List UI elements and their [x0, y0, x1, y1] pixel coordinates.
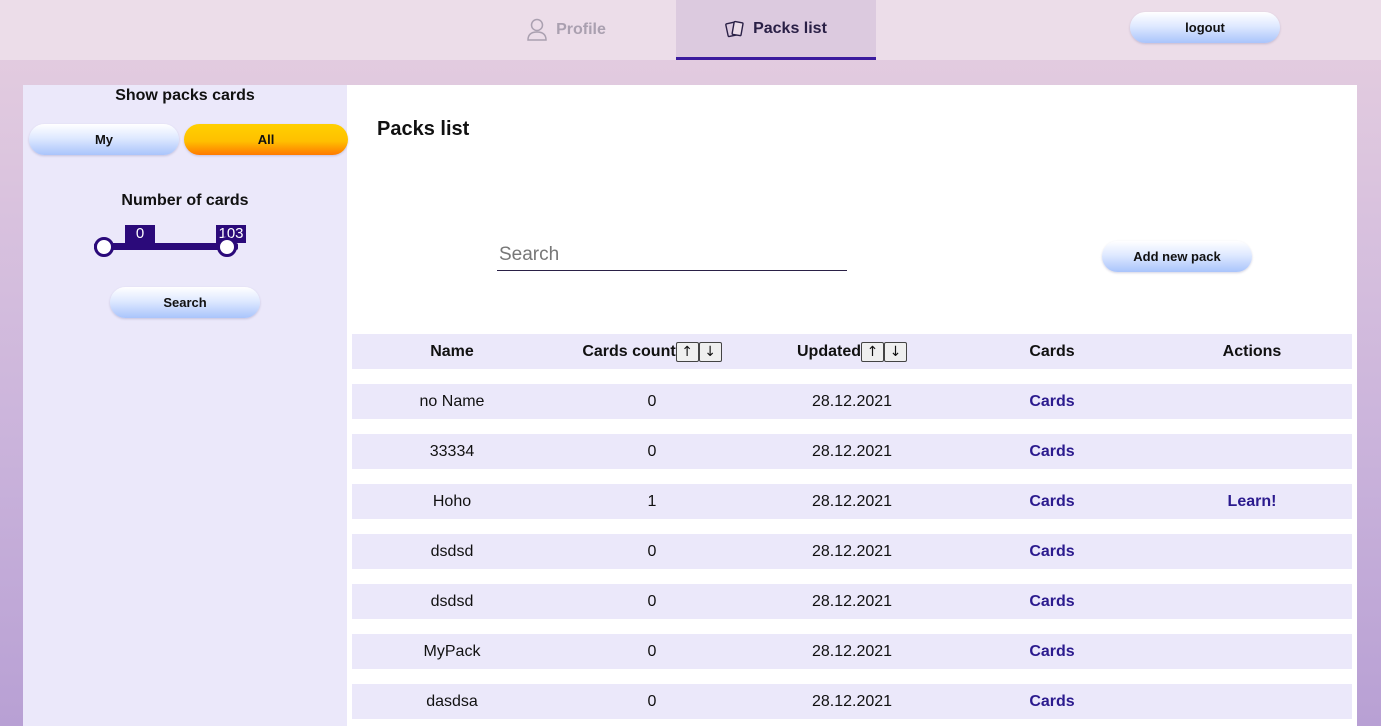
header-cards: Cards	[1029, 342, 1075, 360]
sort-count-asc-button[interactable]: ↑	[675, 341, 699, 362]
logout-button[interactable]: logout	[1130, 12, 1280, 43]
table-row: Hoho 1 28.12.2021 Cards Learn!	[352, 484, 1352, 519]
my-packs-button[interactable]: My	[29, 124, 179, 155]
range-min-value: 0	[125, 225, 155, 243]
pack-cards-count: 0	[647, 642, 657, 660]
pack-cards-count: 0	[647, 392, 657, 410]
pack-name: dasdsa	[426, 692, 478, 710]
pack-cards-count: 0	[647, 692, 657, 710]
tab-packs-label: Packs list	[753, 19, 827, 37]
pack-updated: 28.12.2021	[811, 592, 893, 610]
pack-updated: 28.12.2021	[811, 392, 893, 410]
pack-name: Hoho	[432, 492, 472, 510]
table-row: dsdsd 0 28.12.2021 Cards	[352, 534, 1352, 569]
pack-name: 33334	[429, 442, 475, 460]
pack-updated: 28.12.2021	[811, 642, 893, 660]
content-panel: Show packs cards My All Number of cards …	[23, 85, 1357, 726]
learn-link[interactable]: Learn!	[1152, 493, 1352, 511]
cards-link[interactable]: Cards	[952, 643, 1152, 661]
pack-updated: 28.12.2021	[811, 492, 893, 510]
user-icon	[526, 18, 548, 42]
sort-updated-asc-button[interactable]: ↑	[861, 341, 884, 362]
header-updated-label: Updated	[797, 342, 861, 360]
tab-packs-list[interactable]: Packs list	[676, 0, 876, 60]
search-input[interactable]	[497, 240, 847, 271]
header-actions: Actions	[1222, 342, 1282, 360]
cards-link[interactable]: Cards	[952, 393, 1152, 411]
table-row: 33334 0 28.12.2021 Cards	[352, 434, 1352, 469]
pack-updated: 28.12.2021	[811, 542, 893, 560]
sidebar-search-button[interactable]: Search	[110, 287, 260, 318]
top-nav-bar: Profile Packs list logout	[0, 0, 1381, 60]
tab-profile-label: Profile	[556, 21, 606, 38]
pack-cards-count: 0	[647, 442, 657, 460]
cards-link[interactable]: Cards	[952, 693, 1152, 711]
pack-name: no Name	[419, 392, 485, 410]
pack-cards-count: 0	[647, 542, 657, 560]
sort-updated-desc-button[interactable]: ↓	[884, 341, 907, 362]
pack-name: dsdsd	[430, 592, 474, 610]
pack-name: dsdsd	[430, 542, 474, 560]
slider-min-thumb[interactable]	[94, 237, 114, 257]
table-row: dsdsd 0 28.12.2021 Cards	[352, 584, 1352, 619]
cards-link[interactable]: Cards	[952, 543, 1152, 561]
slider-max-thumb[interactable]	[217, 237, 237, 257]
header-updated: Updated ↑ ↓	[752, 341, 952, 362]
cards-range-slider[interactable]: 0 103	[94, 225, 246, 265]
sort-count-desc-button[interactable]: ↓	[698, 341, 722, 362]
show-packs-title: Show packs cards	[115, 87, 255, 104]
table-row: no Name 0 28.12.2021 Cards	[352, 384, 1352, 419]
header-name: Name	[430, 342, 474, 360]
pack-updated: 28.12.2021	[811, 692, 893, 710]
pack-cards-count: 1	[647, 492, 657, 510]
number-of-cards-title: Number of cards	[121, 192, 249, 209]
tab-profile[interactable]: Profile	[476, 0, 676, 60]
header-cards-count-label: Cards count	[582, 342, 676, 360]
table-header-row: Name Cards count ↑ ↓ Updated ↑ ↓ Cards A…	[352, 334, 1352, 369]
header-cards-count: Cards count ↑ ↓	[552, 341, 752, 362]
cards-icon	[725, 20, 745, 38]
table-row: dasdsa 0 28.12.2021 Cards	[352, 684, 1352, 719]
pack-updated: 28.12.2021	[811, 442, 893, 460]
filter-sidebar: Show packs cards My All Number of cards …	[23, 85, 348, 726]
page-title: Packs list	[377, 118, 470, 140]
cards-link[interactable]: Cards	[952, 593, 1152, 611]
all-packs-button[interactable]: All	[184, 124, 348, 155]
table-row: MyPack 0 28.12.2021 Cards	[352, 634, 1352, 669]
cards-link[interactable]: Cards	[952, 493, 1152, 511]
add-new-pack-button[interactable]: Add new pack	[1102, 241, 1252, 272]
cards-link[interactable]: Cards	[952, 443, 1152, 461]
pack-cards-count: 0	[647, 592, 657, 610]
pack-name: MyPack	[423, 642, 481, 660]
